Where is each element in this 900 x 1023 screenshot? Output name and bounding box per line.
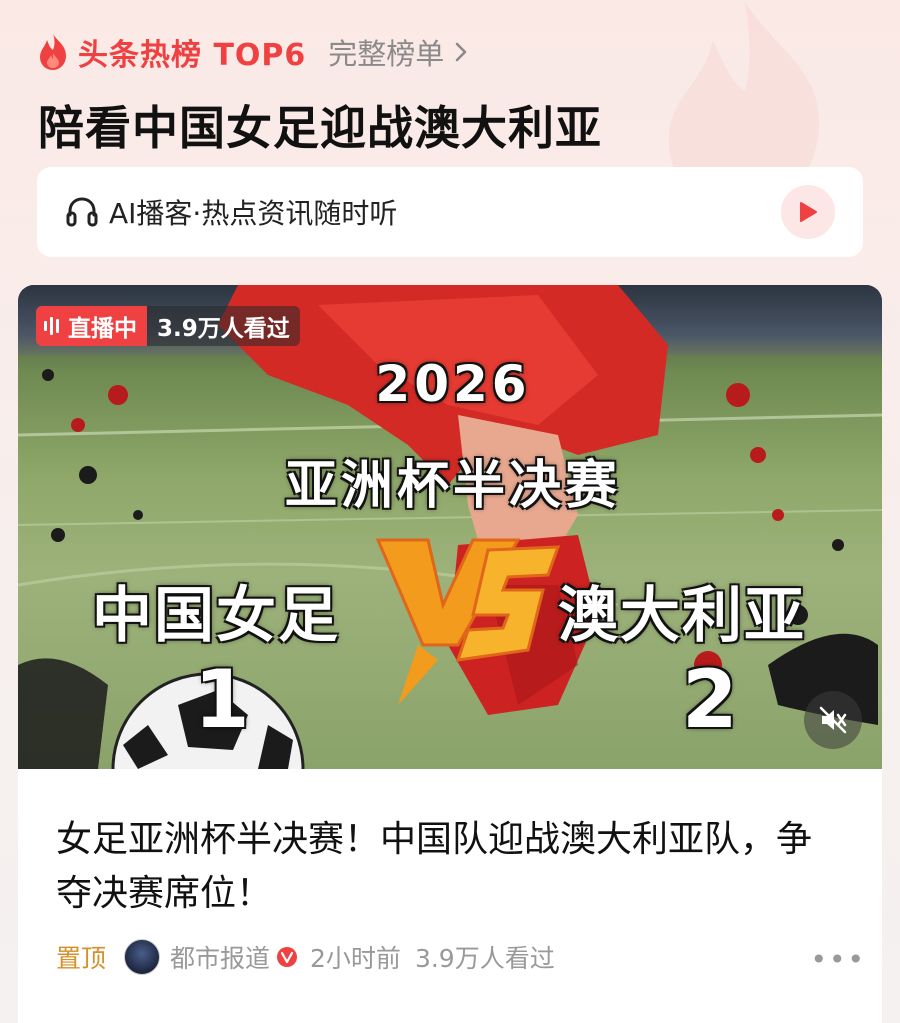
overlay-year: 2026 [375,355,531,413]
overlay-home-team: 中国女足 [92,581,340,651]
avatar[interactable] [124,939,161,975]
play-icon [800,202,817,222]
headphone-icon [66,197,98,227]
overlay-home-score: 1 [194,653,250,746]
meta-view-count: 3.9万人看过 [414,944,555,973]
live-bars-icon [44,317,62,335]
live-indicator: 直播中 [36,306,147,346]
verified-icon [277,947,298,967]
video-thumbnail[interactable]: 直播中 3.9万人看过 2026 亚洲杯半决赛 中国女足 澳大利亚 1 2 [18,285,882,769]
overlay-away-team: 澳大利亚 [558,581,806,651]
full-list-link[interactable]: 完整榜单 [328,31,468,73]
mute-button[interactable] [804,691,862,749]
play-button[interactable] [781,185,835,239]
ai-podcast-bar[interactable]: AI播客·热点资讯随时听 [37,167,863,257]
live-view-count: 3.9万人看过 [147,306,300,346]
article-meta: 置顶 都市报道 2小时前 3.9万人看过 ••• [56,937,866,977]
news-card[interactable]: 直播中 3.9万人看过 2026 亚洲杯半决赛 中国女足 澳大利亚 1 2 女足… [18,285,882,1023]
overlay-event: 亚洲杯半决赛 [284,456,621,516]
mute-icon [819,706,847,734]
full-list-label: 完整榜单 [328,37,445,71]
more-icon[interactable]: ••• [810,943,866,976]
hot-list-label[interactable]: 头条热榜 TOP6 [78,30,306,74]
overlay-away-score: 2 [682,653,738,746]
live-label: 直播中 [68,316,137,342]
chevron-right-icon [456,42,467,62]
flame-icon [40,34,66,70]
source-name[interactable]: 都市报道 [170,939,270,975]
live-badge: 直播中 3.9万人看过 [36,306,300,346]
hot-list-header: 头条热榜 TOP6 完整榜单 [36,30,468,74]
article-headline[interactable]: 女足亚洲杯半决赛！中国队迎战澳大利亚队，争夺决赛席位！ [56,813,846,921]
publish-time: 2小时前 [310,944,401,973]
pinned-badge: 置顶 [56,944,107,973]
page-title[interactable]: 陪看中国女足迎战澳大利亚 [38,92,602,158]
podcast-label: AI播客·热点资讯随时听 [109,197,398,230]
